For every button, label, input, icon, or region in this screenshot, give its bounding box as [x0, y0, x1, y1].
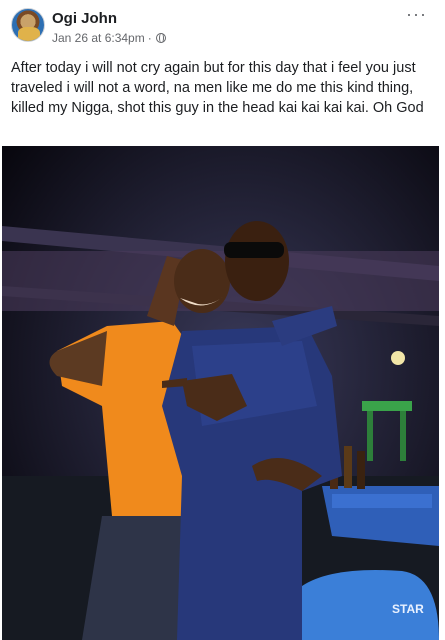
post-meta: Jan 26 at 6:34pm ·: [52, 31, 166, 45]
post-header: Ogi John Jan 26 at 6:34pm · ···: [0, 0, 445, 52]
post-timestamp[interactable]: Jan 26 at 6:34pm: [52, 31, 145, 45]
globe-icon: [155, 33, 166, 43]
ellipsis-icon[interactable]: ···: [406, 4, 427, 25]
meta-separator: ·: [147, 31, 152, 45]
author-name[interactable]: Ogi John: [52, 10, 117, 27]
post-photo[interactable]: STAR: [2, 146, 439, 640]
photo-illustration: STAR: [2, 146, 439, 640]
chair-sign-text: STAR: [392, 602, 424, 616]
post-text: After today i will not cry again but for…: [11, 60, 424, 116]
avatar[interactable]: [11, 8, 45, 42]
